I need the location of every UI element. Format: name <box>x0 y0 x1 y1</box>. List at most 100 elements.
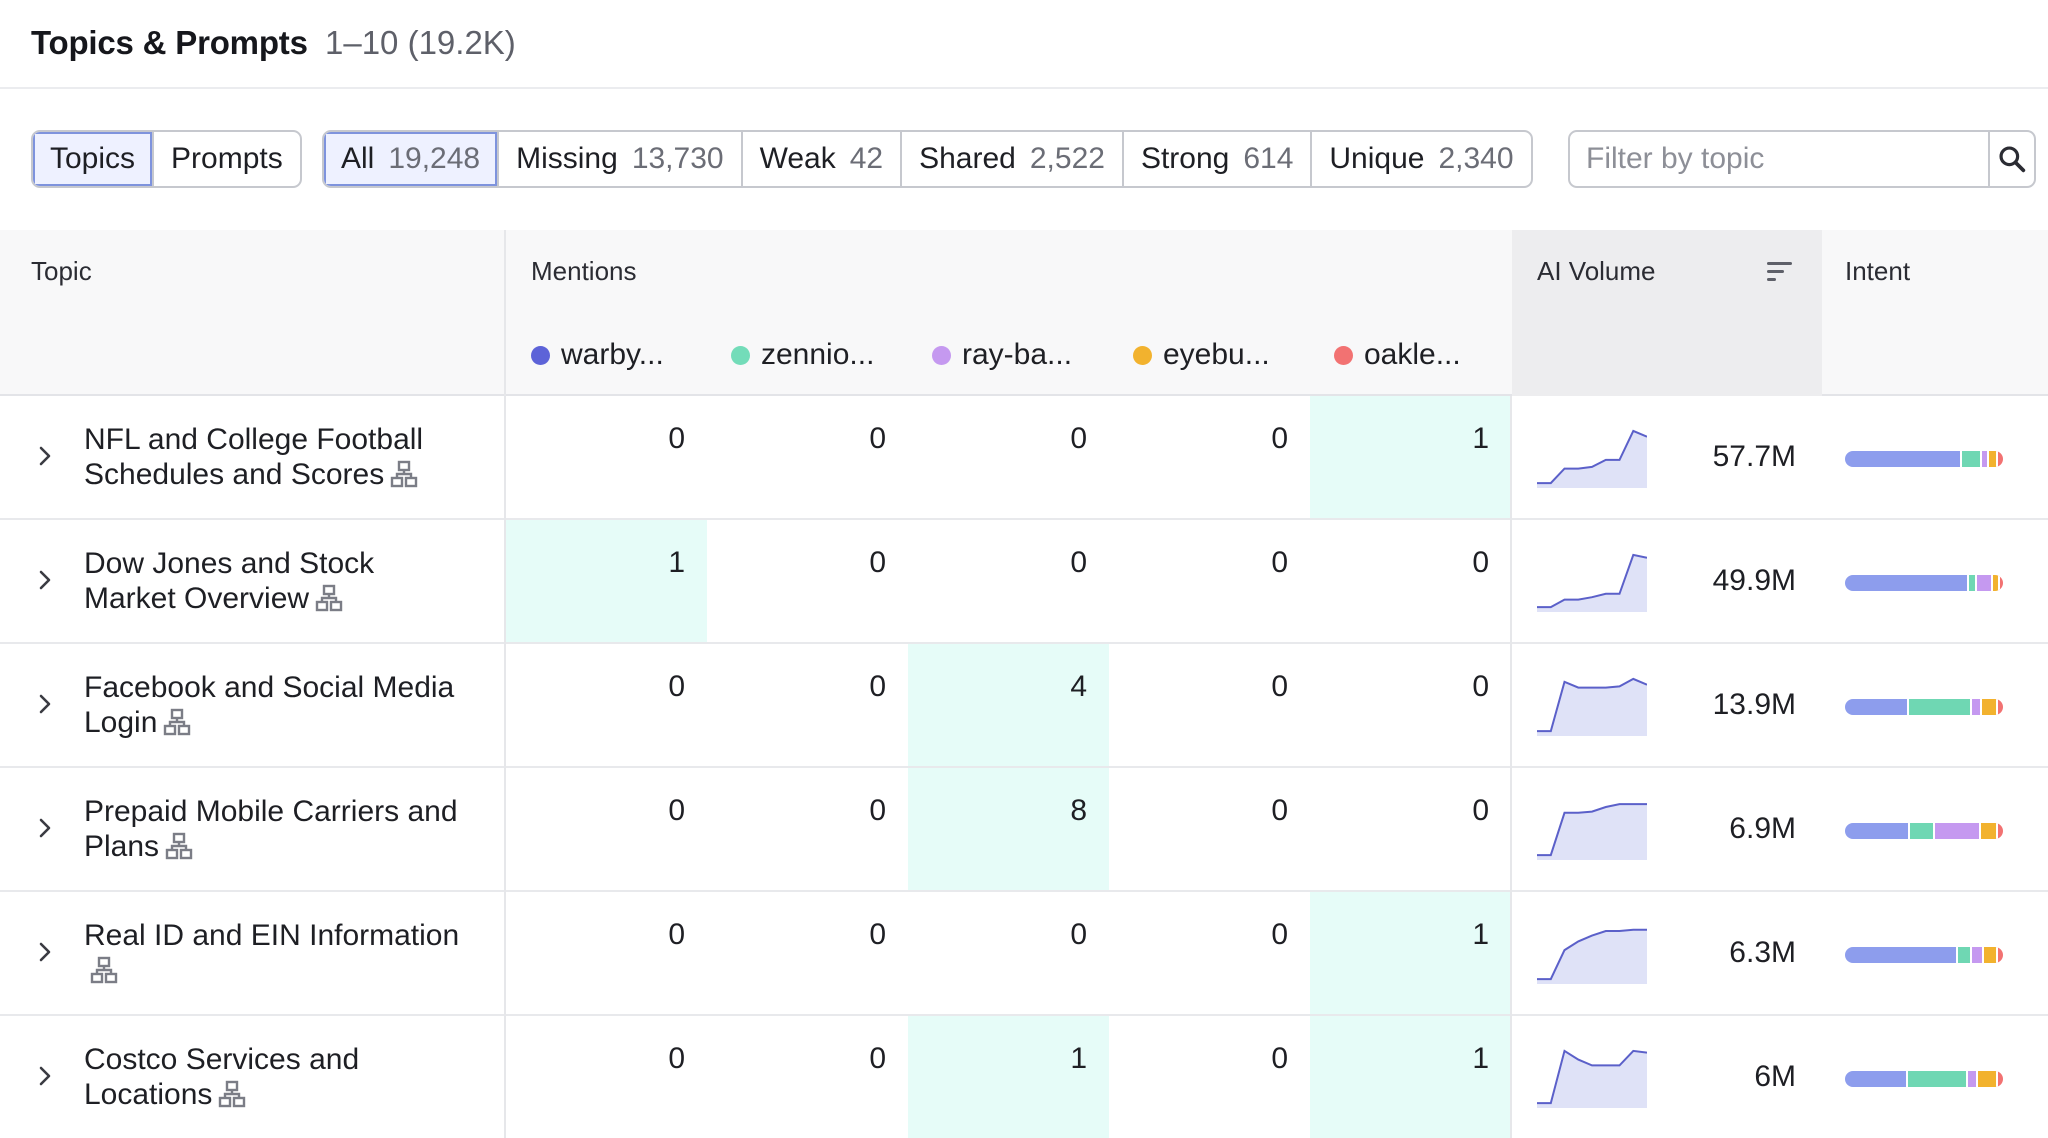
mention-count: 0 <box>1070 918 1087 951</box>
table-row[interactable]: 0 0 0 0 1 NFL and College Football Schedules … <box>0 396 2048 520</box>
expand-chevron-icon[interactable] <box>30 689 60 719</box>
mention-cell-eyebu: 0 <box>1109 644 1310 766</box>
intent-segment <box>1975 1071 1997 1087</box>
intent-segment <box>1996 823 2003 839</box>
intent-segment <box>1987 451 1996 467</box>
mention-cell-warby: 0 <box>506 768 707 890</box>
mention-count: 0 <box>1271 670 1288 703</box>
table-row[interactable]: 1 0 0 0 0 Dow Jones and Stock Market Overview… <box>0 520 2048 644</box>
sparkline-area <box>1537 929 1647 984</box>
mention-count: 0 <box>869 422 886 455</box>
mention-cell-zennio: 0 <box>707 396 908 518</box>
ai-volume-value: 57.7M <box>1712 440 1796 473</box>
mention-cell-warby: 0 <box>506 396 707 518</box>
filter-tab-count: 42 <box>849 142 884 175</box>
filter-tab-label: Strong <box>1140 142 1230 175</box>
ai-volume-column-header[interactable]: AI Volume <box>1537 256 1656 287</box>
intent-segment <box>1845 451 1961 467</box>
topics-table: Topic Mentions AI Volume Intent warby...… <box>0 230 2048 1138</box>
brand-name: oakle... <box>1364 338 1461 371</box>
view-tab-topics[interactable]: Topics <box>33 132 155 186</box>
topic-name[interactable]: NFL and College Football Schedules and S… <box>84 422 474 492</box>
mention-count: 1 <box>1472 1042 1489 1075</box>
topic-filter-input[interactable] <box>1570 132 1988 186</box>
mention-cell-ray-ba: 4 <box>908 644 1109 766</box>
topic-hierarchy-icon[interactable] <box>218 1080 246 1108</box>
intent-segment <box>1965 1071 1976 1087</box>
intent-segment <box>1982 947 1996 963</box>
intent-segment <box>1990 575 1998 591</box>
ai-volume-value: 6.9M <box>1729 812 1796 845</box>
topic-name[interactable]: Facebook and Social Media Login <box>84 670 474 740</box>
brand-name: eyebu... <box>1163 338 1270 371</box>
intent-segment <box>1845 947 1957 963</box>
intent-distribution-bar[interactable] <box>1845 1071 2003 1087</box>
mention-count: 1 <box>668 546 685 579</box>
sort-icon[interactable] <box>1766 260 1794 284</box>
intent-segment <box>1980 699 1997 715</box>
view-tab-prompts[interactable]: Prompts <box>154 132 300 186</box>
intent-distribution-bar[interactable] <box>1845 451 2003 467</box>
topic-label: Prepaid Mobile Carriers and Plans <box>84 795 458 863</box>
topic-hierarchy-icon[interactable] <box>163 708 191 736</box>
mention-cell-warby: 0 <box>506 892 707 1014</box>
segment-filter-tabs: All 19,248 Missing 13,730 Weak 42 Shared 2,522 S… <box>322 130 1533 188</box>
filter-tab-weak[interactable]: Weak 42 <box>743 132 903 186</box>
mention-cell-zennio: 0 <box>707 768 908 890</box>
expand-chevron-icon[interactable] <box>30 1061 60 1091</box>
mention-cell-ray-ba: 0 <box>908 520 1109 642</box>
view-toggle: Topics Prompts <box>31 130 302 188</box>
filter-tab-all[interactable]: All 19,248 <box>324 132 500 186</box>
expand-chevron-icon[interactable] <box>30 441 60 471</box>
search-button[interactable] <box>1988 132 2034 186</box>
expand-chevron-icon[interactable] <box>30 565 60 595</box>
table-row[interactable]: 0 0 4 0 0 Facebook and Social Media Login 13.9… <box>0 644 2048 768</box>
expand-chevron-icon[interactable] <box>30 813 60 843</box>
intent-segment <box>1979 451 1987 467</box>
topic-name[interactable]: Dow Jones and Stock Market Overview <box>84 546 474 616</box>
topic-hierarchy-icon[interactable] <box>90 956 118 984</box>
mention-count: 0 <box>668 422 685 455</box>
brand-header-warby: warby... <box>531 338 664 372</box>
topic-hierarchy-icon[interactable] <box>315 584 343 612</box>
filter-tab-missing[interactable]: Missing 13,730 <box>499 132 743 186</box>
intent-distribution-bar[interactable] <box>1845 823 2003 839</box>
intent-distribution-bar[interactable] <box>1845 699 2003 715</box>
filter-tab-strong[interactable]: Strong 614 <box>1124 132 1313 186</box>
mention-count: 1 <box>1472 422 1489 455</box>
table-row[interactable]: 0 0 0 0 1 Real ID and EIN Information 6.3M <box>0 892 2048 1016</box>
brand-header-ray-ba: ray-ba... <box>932 338 1072 372</box>
view-tab-label: Topics <box>50 142 136 175</box>
mention-count: 0 <box>1271 794 1288 827</box>
mention-cell-warby: 0 <box>506 1016 707 1138</box>
topic-hierarchy-icon[interactable] <box>165 832 193 860</box>
filter-tab-count: 13,730 <box>631 142 724 175</box>
table-header: Topic Mentions AI Volume Intent warby...… <box>0 230 2048 396</box>
filter-tab-unique[interactable]: Unique 2,340 <box>1312 132 1530 186</box>
mention-count: 0 <box>668 918 685 951</box>
brand-name: ray-ba... <box>962 338 1073 371</box>
expand-chevron-icon[interactable] <box>30 937 60 967</box>
mention-count: 4 <box>1070 670 1087 703</box>
table-row[interactable]: 0 0 1 0 1 Costco Services and Locations 6M <box>0 1016 2048 1138</box>
topic-name[interactable]: Prepaid Mobile Carriers and Plans <box>84 794 474 864</box>
intent-segment <box>1995 451 2003 467</box>
mention-cell-eyebu: 0 <box>1109 396 1310 518</box>
brand-header-zennio: zennio... <box>731 338 874 372</box>
intent-distribution-bar[interactable] <box>1845 575 2003 591</box>
topic-name[interactable]: Costco Services and Locations <box>84 1042 474 1112</box>
intent-distribution-bar[interactable] <box>1845 947 2003 963</box>
topic-name[interactable]: Real ID and EIN Information <box>84 918 474 988</box>
brand-color-dot <box>531 345 550 365</box>
mention-cell-oakle: 0 <box>1310 644 1511 766</box>
topic-label: Real ID and EIN Information <box>84 919 460 952</box>
table-row[interactable]: 0 0 8 0 0 Prepaid Mobile Carriers and Plans 6.… <box>0 768 2048 892</box>
ai-volume-header-bg <box>1512 230 1822 396</box>
intent-segment <box>1970 699 1981 715</box>
mention-cell-zennio: 0 <box>707 520 908 642</box>
mention-cell-eyebu: 0 <box>1109 892 1310 1014</box>
filter-tab-shared[interactable]: Shared 2,522 <box>902 132 1124 186</box>
topic-hierarchy-icon[interactable] <box>390 460 418 488</box>
filter-tab-count: 2,522 <box>1029 142 1105 175</box>
brand-color-dot <box>932 345 951 365</box>
